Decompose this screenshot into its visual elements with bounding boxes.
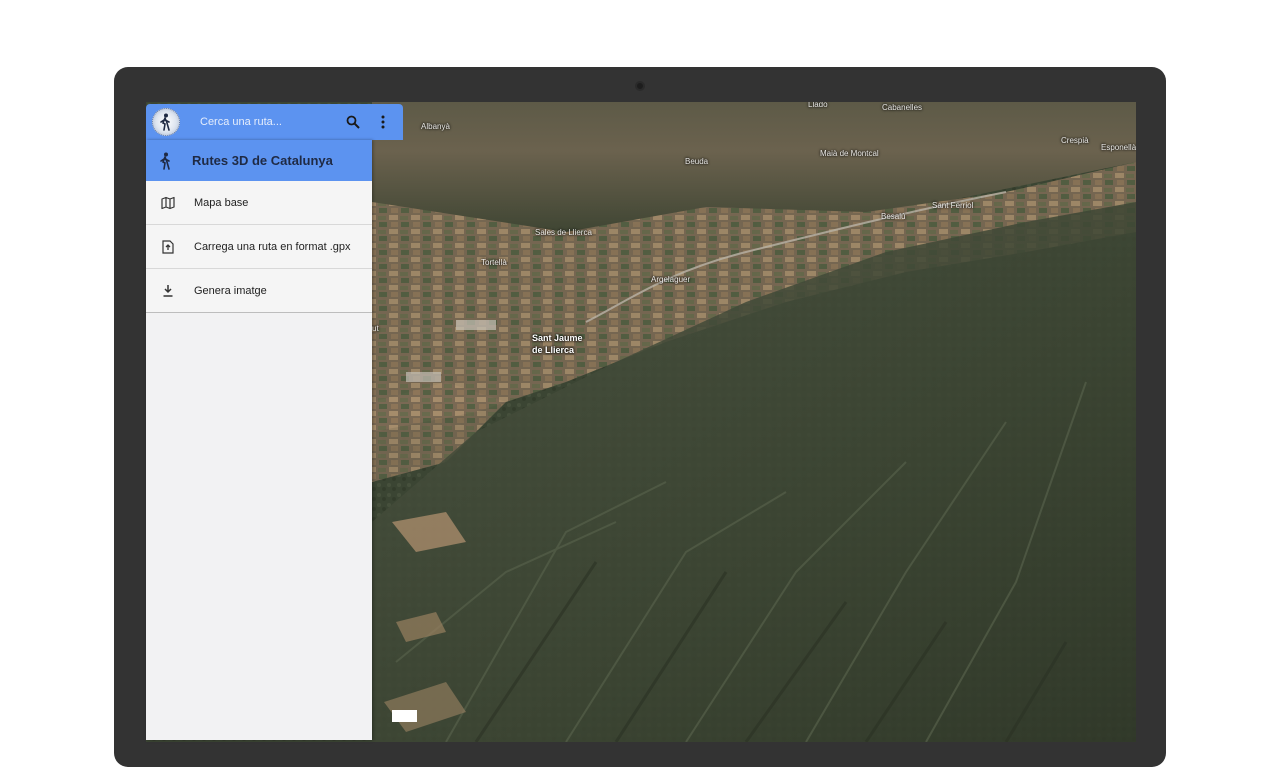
search-input[interactable] <box>200 111 328 133</box>
menu-item-label: Genera imatge <box>194 284 267 297</box>
place-tortella: Tortellà <box>481 258 507 267</box>
search-icon <box>346 115 360 129</box>
place-maia: Maià de Montcal <box>820 149 879 158</box>
camera-dot <box>635 81 645 91</box>
more-vert-icon <box>381 115 385 129</box>
menu-item-label: Mapa base <box>194 196 249 209</box>
download-icon <box>158 281 178 301</box>
place-ut: ut <box>372 324 379 333</box>
place-cabanelles: Cabanelles <box>882 103 923 112</box>
place-esponella: Esponellà <box>1101 143 1136 152</box>
map-icon <box>158 193 178 213</box>
sidebar-title: Rutes 3D de Catalunya <box>192 153 333 168</box>
menu-item-mapa-base[interactable]: Mapa base <box>146 181 372 225</box>
place-sant-jaume-line1: Sant Jaume <box>532 333 583 343</box>
place-beuda: Beuda <box>685 157 709 166</box>
map-attribution-logo <box>392 710 417 722</box>
place-llado: Lladó <box>808 102 828 109</box>
place-albanya: Albanyà <box>421 122 450 131</box>
sidebar: Rutes 3D de Catalunya Mapa base Carrega … <box>146 140 372 740</box>
hiker-logo-icon[interactable] <box>152 108 180 136</box>
place-sales: Sales de Llierca <box>535 228 592 237</box>
place-argelaguer: Argelaguer <box>651 275 691 284</box>
place-besalu: Besalú <box>881 212 906 221</box>
hiker-icon <box>158 152 174 170</box>
place-sant-ferriol: Sant Ferriol <box>932 201 974 210</box>
file-upload-icon <box>158 237 178 257</box>
menu-item-genera-imatge[interactable]: Genera imatge <box>146 269 372 313</box>
sidebar-header: Rutes 3D de Catalunya <box>146 140 372 181</box>
menu-item-label: Carrega una ruta en format .gpx <box>194 240 351 253</box>
menu-item-carrega-gpx[interactable]: Carrega una ruta en format .gpx <box>146 225 372 269</box>
search-bar <box>146 104 403 140</box>
place-sant-jaume-line2: de Llierca <box>532 345 575 355</box>
place-crespia: Crespià <box>1061 136 1089 145</box>
more-menu-button[interactable] <box>370 109 396 135</box>
search-button[interactable] <box>340 109 366 135</box>
